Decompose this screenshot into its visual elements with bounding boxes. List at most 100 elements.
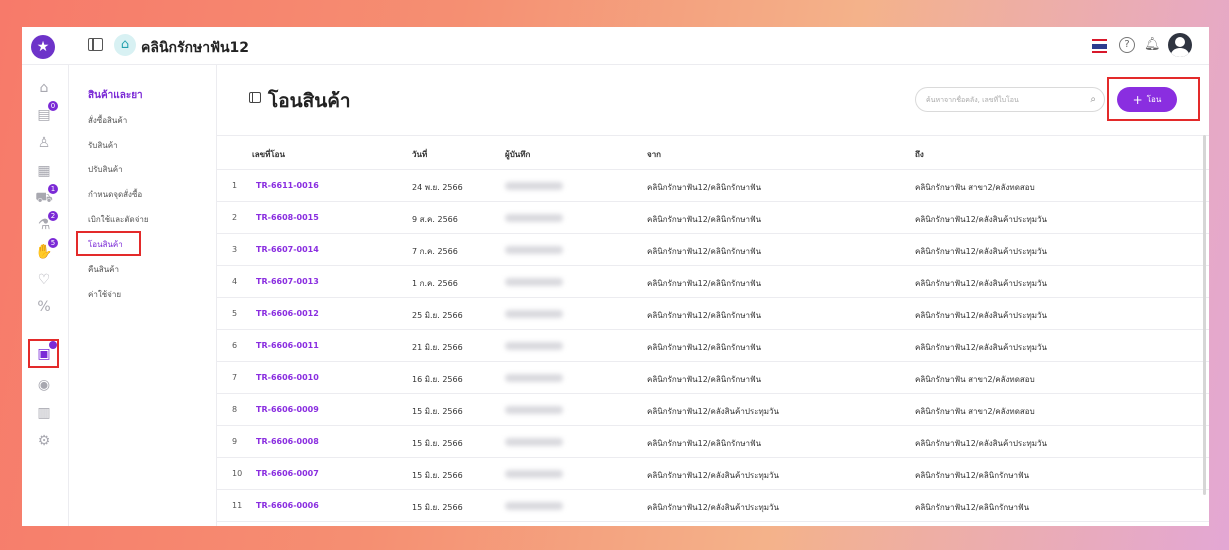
help-icon[interactable]: ? <box>1119 37 1135 53</box>
transfer-to: คลินิกรักษาฟัน12/คลินิกรักษาฟัน <box>915 503 1030 512</box>
submenu-item-withdraw[interactable]: เบิกใช้และตัดจ่าย <box>88 213 149 226</box>
document-icon[interactable]: ▦ <box>35 162 53 180</box>
table-row[interactable]: 8 TR-6606-0009 15 มิ.ย. 2566 คลินิกรักษาฟัน… <box>217 394 1209 426</box>
transfer-from: คลินิกรักษาฟัน12/คลินิกรักษาฟัน <box>647 311 762 320</box>
transfer-ref-link[interactable]: TR-6607-0013 <box>256 277 319 286</box>
transfer-ref-link[interactable]: TR-6606-0008 <box>256 437 319 446</box>
transfer-to: คลินิกรักษาฟัน12/คลังสินค้าประทุมวัน <box>915 343 1048 352</box>
transfer-from: คลินิกรักษาฟัน12/คลินิกรักษาฟัน <box>647 375 762 384</box>
table-row[interactable]: 2 TR-6608-0015 9 ส.ค. 2566 คลินิกรักษาฟัน12… <box>217 202 1209 234</box>
app-logo-star-icon[interactable]: ★ <box>31 35 55 59</box>
transfer-to: คลินิกรักษาฟัน12/คลังสินค้าประทุมวัน <box>915 311 1048 320</box>
settings-icon[interactable]: ⚙ <box>35 432 53 450</box>
transfer-from: คลินิกรักษาฟัน12/คลังสินค้าประทุมวัน <box>647 471 780 480</box>
submenu-item-adjust[interactable]: ปรับสินค้า <box>88 163 123 176</box>
transfer-ref-link[interactable]: TR-6607-0014 <box>256 245 319 254</box>
submenu-item-return[interactable]: คืนสินค้า <box>88 263 119 276</box>
chart-icon[interactable]: ▥ <box>35 404 53 422</box>
thai-flag-icon[interactable] <box>1092 39 1107 54</box>
transfer-date: 15 มิ.ย. 2566 <box>412 407 463 416</box>
recorder-blurred <box>505 438 563 446</box>
bell-icon[interactable]: 🔔︎ <box>1144 37 1161 53</box>
transfer-date: 15 มิ.ย. 2566 <box>412 439 463 448</box>
row-number: 6 <box>232 341 238 350</box>
vertical-scrollbar[interactable] <box>1203 135 1206 495</box>
header-ref[interactable]: เลขที่โอน <box>252 148 285 161</box>
transfer-ref-link[interactable]: TR-6606-0011 <box>256 341 319 350</box>
avatar[interactable] <box>1168 33 1192 57</box>
add-button-highlight-box <box>1107 77 1200 121</box>
transfer-date: 7 ก.ค. 2566 <box>412 247 458 256</box>
transfer-ref-link[interactable]: TR-6606-0010 <box>256 373 319 382</box>
row-number: 7 <box>232 373 238 382</box>
row-number: 11 <box>232 501 243 510</box>
transfer-from: คลินิกรักษาฟัน12/คลินิกรักษาฟัน <box>647 183 762 192</box>
transfer-ref-link[interactable]: TR-6606-0012 <box>256 309 319 318</box>
finance-icon[interactable]: ◉ <box>35 376 53 394</box>
recorder-blurred <box>505 502 563 510</box>
treatment-icon[interactable]: ⛟ 1 <box>35 184 58 207</box>
transfer-to: คลินิกรักษาฟัน12/คลังสินค้าประทุมวัน <box>915 439 1048 448</box>
recorder-blurred <box>505 214 563 222</box>
search-box[interactable]: ⌕ <box>915 87 1105 112</box>
clinic-home-icon: ⌂ <box>114 34 136 56</box>
recorder-blurred <box>505 278 563 286</box>
recorder-blurred <box>505 406 563 414</box>
transfer-ref-link[interactable]: TR-6611-0016 <box>256 181 319 190</box>
transfer-date: 15 มิ.ย. 2566 <box>412 503 463 512</box>
percent-icon[interactable]: % <box>35 298 53 316</box>
sidebar-toggle-icon[interactable] <box>88 38 103 51</box>
home-icon[interactable]: ⌂ <box>35 79 53 97</box>
table-row[interactable]: 11 TR-6606-0006 15 มิ.ย. 2566 คลินิกรักษาฟั… <box>217 490 1209 522</box>
transfer-ref-link[interactable]: TR-6606-0009 <box>256 405 319 414</box>
submenu: สินค้าและยา สั่งซื้อสินค้า รับสินค้า ปรั… <box>69 65 217 526</box>
clinic-name[interactable]: คลินิกรักษาฟัน12 <box>141 37 249 59</box>
payment-badge: 5 <box>48 238 58 248</box>
appointment-icon[interactable]: ▤ 0 <box>35 101 58 124</box>
transfer-to: คลินิกรักษาฟัน สาขา2/คลังทดสอบ <box>915 407 1035 416</box>
tooth-icon[interactable]: ♡ <box>35 271 53 289</box>
transfer-date: 15 มิ.ย. 2566 <box>412 471 463 480</box>
app-window: ★ ⌂ คลินิกรักษาฟัน12 ? 🔔︎ ⌂ ▤ 0 ♙ ▦ ⛟ 1 ⚗ 2… <box>22 27 1209 526</box>
lab-icon[interactable]: ⚗ 2 <box>35 211 58 234</box>
patient-icon[interactable]: ♙ <box>35 134 53 152</box>
transfer-date: 25 มิ.ย. 2566 <box>412 311 463 320</box>
transfer-ref-link[interactable]: TR-6608-0015 <box>256 213 319 222</box>
recorder-blurred <box>505 246 563 254</box>
table-row[interactable]: 4 TR-6607-0013 1 ก.ค. 2566 คลินิกรักษาฟัน12… <box>217 266 1209 298</box>
row-number: 2 <box>232 213 238 222</box>
transfer-to: คลินิกรักษาฟัน สาขา2/คลังทดสอบ <box>915 183 1035 192</box>
transfer-date: 1 ก.ค. 2566 <box>412 279 458 288</box>
table-row[interactable]: 3 TR-6607-0014 7 ก.ค. 2566 คลินิกรักษาฟัน12… <box>217 234 1209 266</box>
transfer-ref-link[interactable]: TR-6606-0007 <box>256 469 319 478</box>
transfer-from: คลินิกรักษาฟัน12/คลินิกรักษาฟัน <box>647 439 762 448</box>
table-row[interactable]: 1 TR-6611-0016 24 พ.ย. 2566 คลินิกรักษาฟัน1… <box>217 170 1209 202</box>
submenu-item-reorder-point[interactable]: กำหนดจุดสั่งซื้อ <box>88 188 142 201</box>
table-row[interactable]: 10 TR-6606-0007 15 มิ.ย. 2566 คลินิกรักษาฟั… <box>217 458 1209 490</box>
table-row[interactable]: 9 TR-6606-0008 15 มิ.ย. 2566 คลินิกรักษาฟัน… <box>217 426 1209 458</box>
main-content: โอนสินค้า ⌕ + โอน เลขที่โอน วันที่ ผู้บั… <box>217 65 1209 526</box>
row-number: 10 <box>232 469 243 478</box>
header-date[interactable]: วันที่ <box>412 148 427 161</box>
search-icon[interactable]: ⌕ <box>1090 94 1096 106</box>
header-recorder[interactable]: ผู้บันทึก <box>505 148 530 161</box>
submenu-item-purchase[interactable]: สั่งซื้อสินค้า <box>88 114 127 127</box>
transfer-to: คลินิกรักษาฟัน12/คลังสินค้าประทุมวัน <box>915 215 1048 224</box>
transfer-to: คลินิกรักษาฟัน สาขา2/คลังทดสอบ <box>915 375 1035 384</box>
payment-icon[interactable]: ✋ 5 <box>35 238 58 261</box>
table-row[interactable]: 5 TR-6606-0012 25 มิ.ย. 2566 คลินิกรักษาฟัน… <box>217 298 1209 330</box>
table-row[interactable]: 6 TR-6606-0011 21 มิ.ย. 2566 คลินิกรักษาฟัน… <box>217 330 1209 362</box>
submenu-item-expense[interactable]: ค่าใช้จ่าย <box>88 288 121 301</box>
recorder-blurred <box>505 182 563 190</box>
header-to[interactable]: ถึง <box>915 148 924 161</box>
lab-badge: 2 <box>48 211 58 221</box>
transfer-ref-link[interactable]: TR-6606-0006 <box>256 501 319 510</box>
table-row[interactable]: 7 TR-6606-0010 16 มิ.ย. 2566 คลินิกรักษาฟัน… <box>217 362 1209 394</box>
icon-rail: ⌂ ▤ 0 ♙ ▦ ⛟ 1 ⚗ 2 ✋ 5 ♡ % ▣ ◉ ▥ ⚙ <box>22 65 69 526</box>
submenu-item-receive[interactable]: รับสินค้า <box>88 139 118 152</box>
search-input[interactable] <box>926 93 1076 107</box>
transfer-date: 16 มิ.ย. 2566 <box>412 375 463 384</box>
header-from[interactable]: จาก <box>647 148 661 161</box>
row-number: 4 <box>232 277 238 286</box>
treatment-badge: 1 <box>48 184 58 194</box>
